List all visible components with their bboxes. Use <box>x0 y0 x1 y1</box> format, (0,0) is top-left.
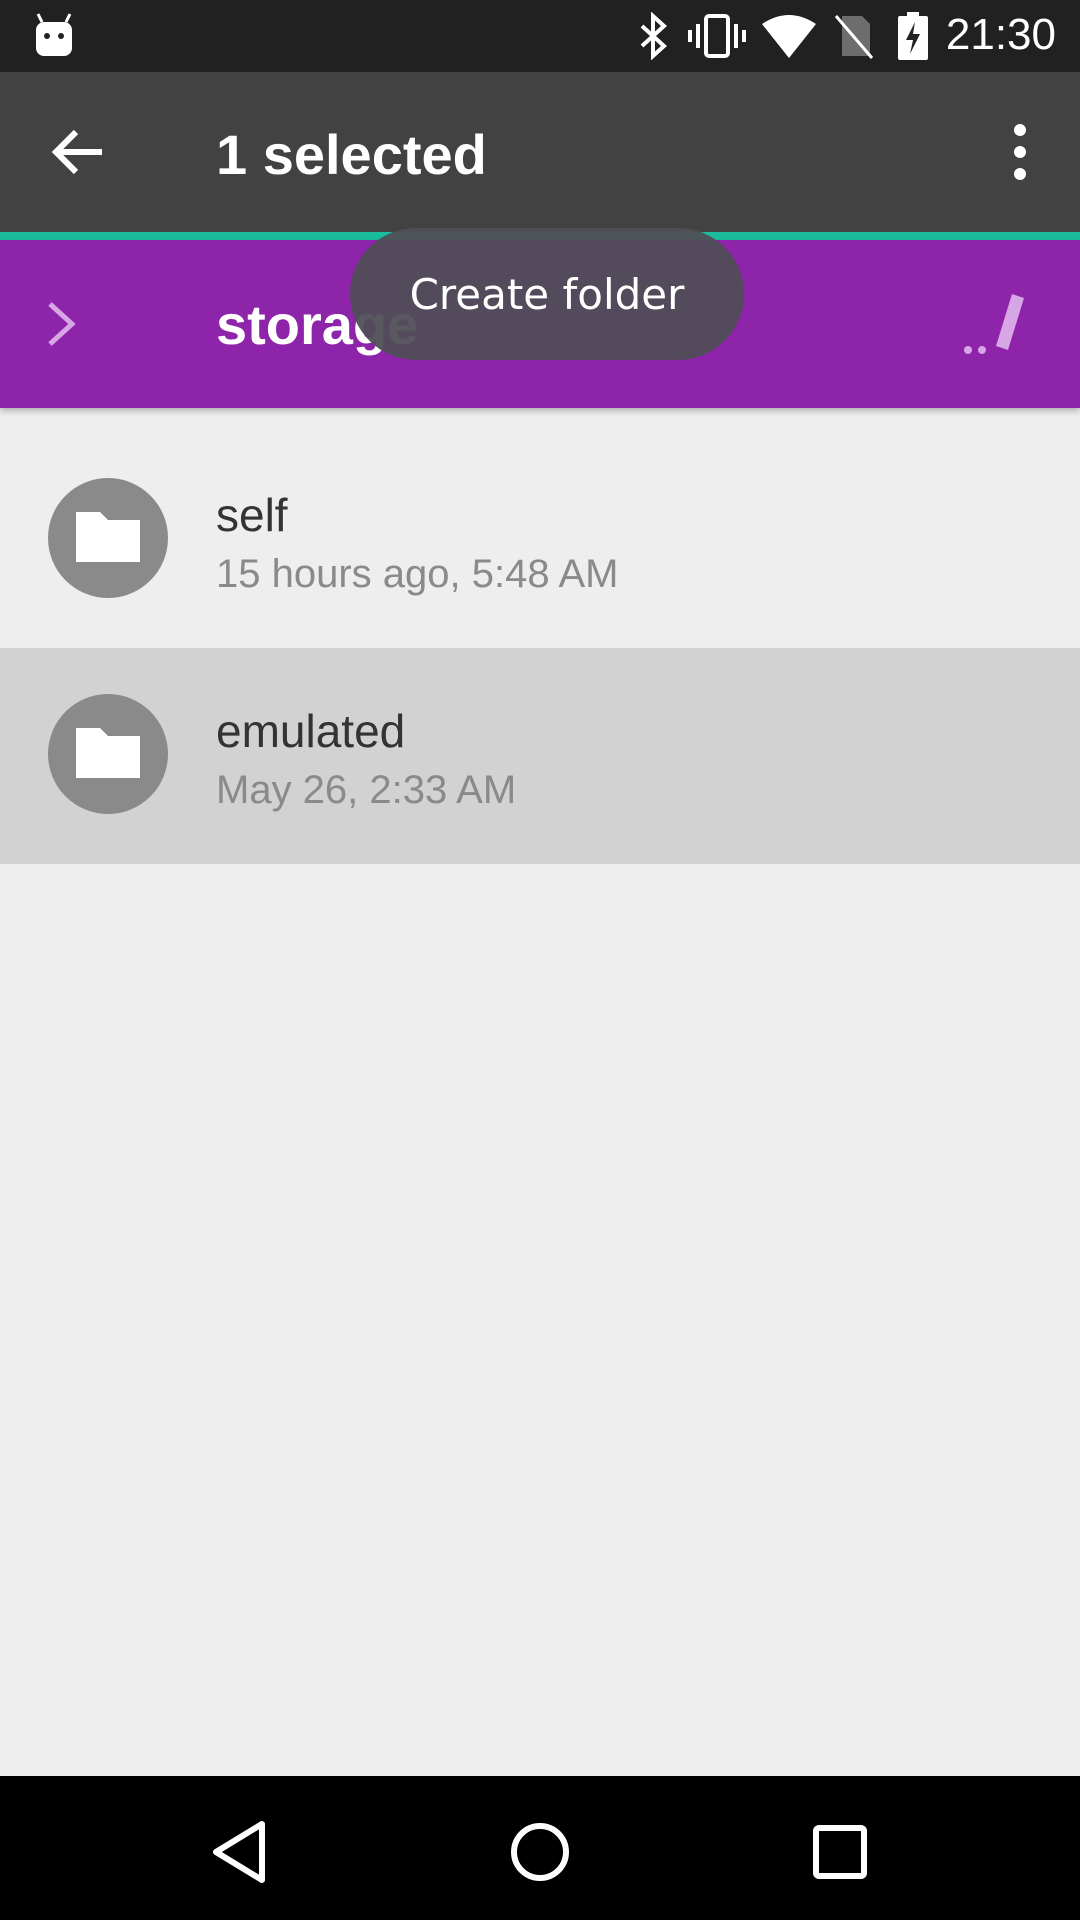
wifi-icon <box>762 15 816 58</box>
chevron-right-icon[interactable] <box>36 296 86 352</box>
no-sim-icon <box>834 15 874 59</box>
folder-avatar <box>48 694 168 814</box>
file-list: self 15 hours ago, 5:48 AM emulated May … <box>0 432 1080 864</box>
toast: Create folder <box>350 228 744 360</box>
file-name: emulated <box>216 705 406 757</box>
home-nav-icon[interactable] <box>500 1812 580 1892</box>
file-meta: 15 hours ago, 5:48 AM <box>216 552 619 596</box>
recents-nav-icon[interactable] <box>800 1812 880 1892</box>
more-vert-icon[interactable] <box>990 112 1050 192</box>
battery-charging-icon <box>898 12 928 60</box>
arrow-back-icon[interactable] <box>40 112 120 192</box>
status-bar: 21:30 <box>0 0 1080 72</box>
list-item[interactable]: emulated May 26, 2:33 AM <box>0 648 1080 864</box>
file-name: self <box>216 489 288 541</box>
navigation-bar <box>0 1776 1080 1920</box>
app-bar: 1 selected <box>0 72 1080 232</box>
edit-path-icon[interactable] <box>960 290 1040 360</box>
android-notification-icon <box>36 13 72 56</box>
toast-text: Create folder <box>409 269 685 319</box>
folder-icon <box>76 728 140 778</box>
list-item[interactable]: self 15 hours ago, 5:48 AM <box>0 432 1080 648</box>
vibrate-icon <box>688 14 746 58</box>
clock: 21:30 <box>945 10 1056 59</box>
folder-avatar <box>48 478 168 598</box>
selection-title: 1 selected <box>216 123 487 186</box>
back-nav-icon[interactable] <box>200 1812 280 1892</box>
file-meta: May 26, 2:33 AM <box>216 768 517 812</box>
bluetooth-icon <box>640 12 667 60</box>
folder-icon <box>76 512 140 562</box>
